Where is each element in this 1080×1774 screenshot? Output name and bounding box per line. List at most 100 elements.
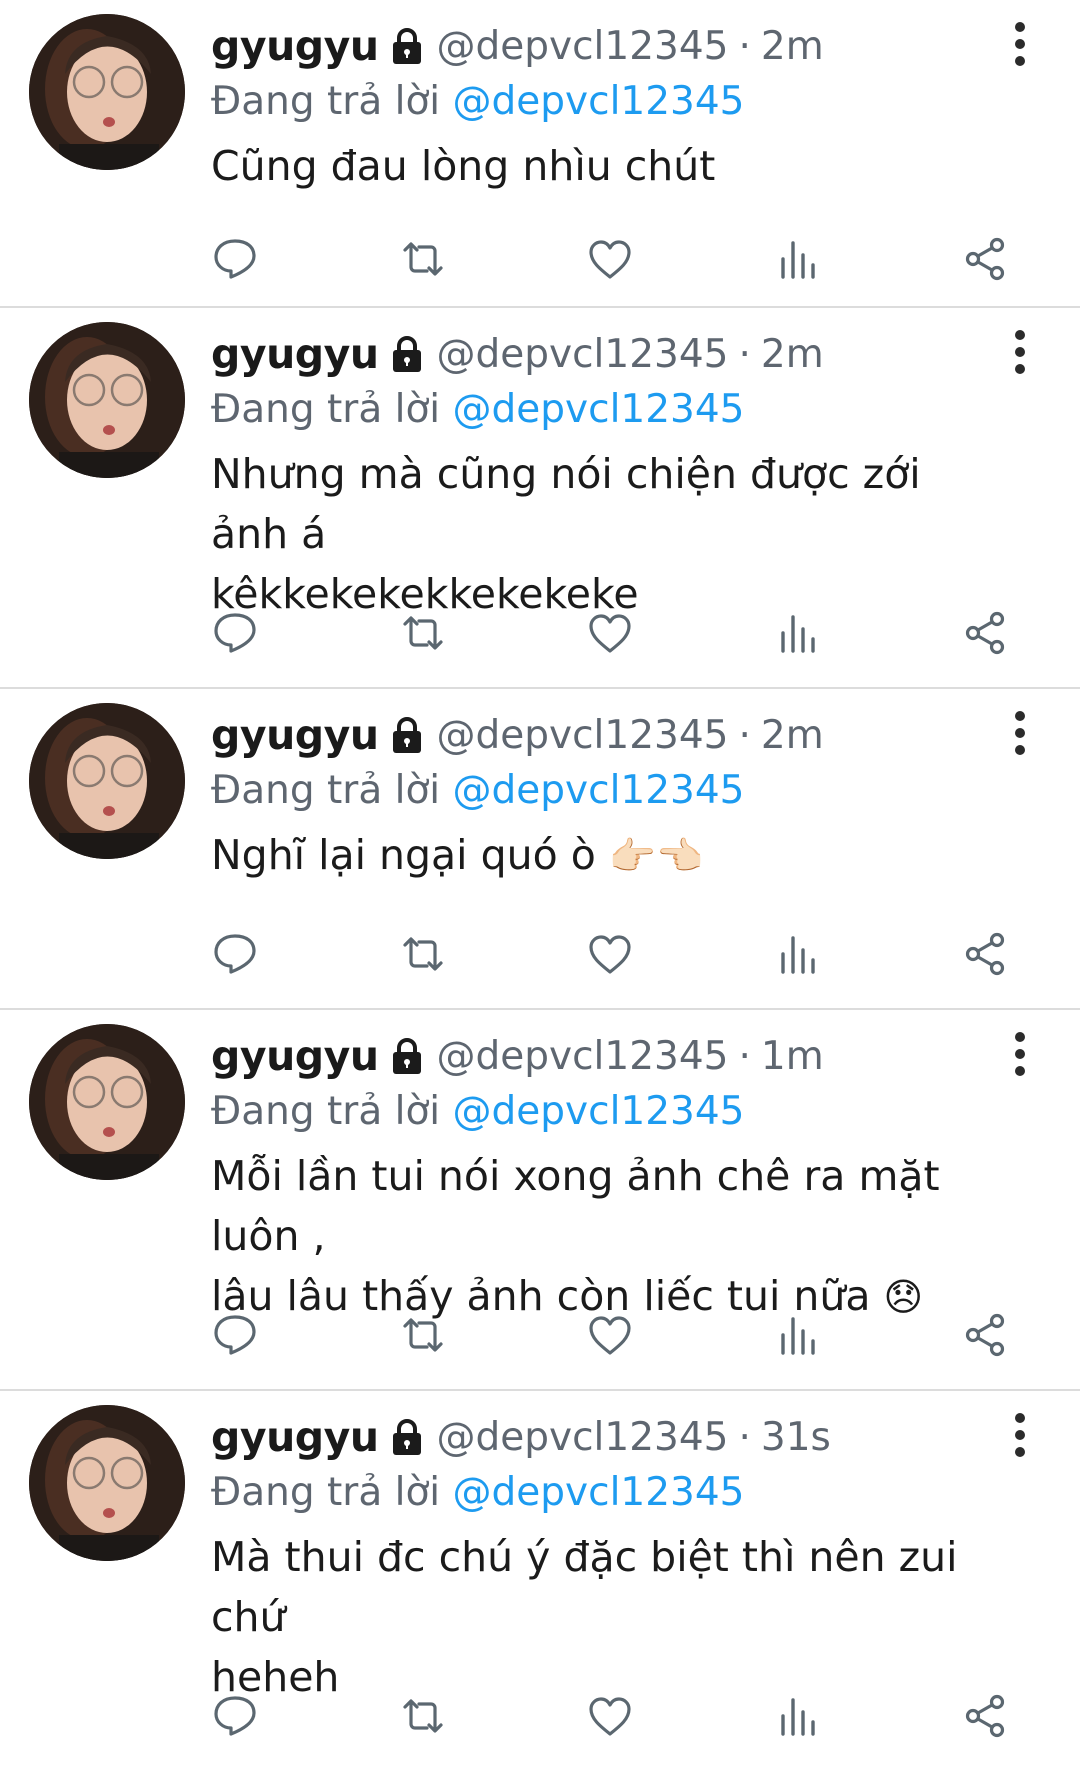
mention-link[interactable]: @depvcl12345: [453, 1089, 745, 1134]
tweet-content: gyugyu @depvcl12345 · 31s Đang trả lời @…: [211, 1405, 1010, 1707]
retweet-icon[interactable]: [393, 924, 453, 984]
avatar-image: [29, 1024, 185, 1180]
tweet-actions: [205, 1305, 1015, 1365]
timestamp[interactable]: 2m: [761, 332, 824, 377]
replying-to-label: Đang trả lời: [211, 387, 453, 432]
tweet-content: gyugyu @depvcl12345 · 1m Đang trả lời @d…: [211, 1024, 1010, 1327]
tweet-text-line: Nghĩ lại ngại quó ò 👉🏻👈🏻: [211, 825, 1010, 886]
like-icon[interactable]: [580, 924, 640, 984]
avatar-image: [29, 1405, 185, 1561]
more-vertical-icon[interactable]: [1008, 1032, 1032, 1076]
timestamp[interactable]: 2m: [761, 24, 824, 69]
share-icon[interactable]: [955, 924, 1015, 984]
share-icon[interactable]: [955, 603, 1015, 663]
reply-icon[interactable]: [205, 1686, 265, 1746]
tweet-text-line: Mỗi lần tui nói xong ảnh chê ra mặt luôn…: [211, 1152, 940, 1260]
tweet[interactable]: gyugyu @depvcl12345 · 31s Đang trả lời @…: [0, 1391, 1080, 1774]
tweet-text-line: Nhưng mà cũng nói chiện được zới ảnh á: [211, 450, 921, 558]
views-icon[interactable]: [768, 924, 828, 984]
mention-link[interactable]: @depvcl12345: [453, 1470, 745, 1515]
handle[interactable]: @depvcl12345: [437, 1415, 729, 1460]
separator: ·: [738, 712, 751, 758]
lock-icon: [392, 28, 421, 64]
retweet-icon[interactable]: [393, 1305, 453, 1365]
avatar-image: [29, 703, 185, 859]
more-vertical-icon[interactable]: [1008, 711, 1032, 755]
tweet-header: gyugyu @depvcl12345 · 1m: [211, 1024, 1010, 1088]
views-icon[interactable]: [768, 603, 828, 663]
like-icon[interactable]: [580, 1686, 640, 1746]
reply-icon[interactable]: [205, 603, 265, 663]
reply-icon[interactable]: [205, 229, 265, 289]
avatar[interactable]: [29, 1405, 185, 1561]
tweet-actions: [205, 1686, 1015, 1746]
handle[interactable]: @depvcl12345: [437, 24, 729, 69]
timestamp[interactable]: 31s: [761, 1415, 831, 1460]
tweet[interactable]: gyugyu @depvcl12345 · 2m Đang trả lời @d…: [0, 308, 1080, 689]
mention-link[interactable]: @depvcl12345: [453, 79, 745, 124]
tweet-actions: [205, 924, 1015, 984]
avatar-image: [29, 14, 185, 170]
handle[interactable]: @depvcl12345: [437, 713, 729, 758]
tweet-header: gyugyu @depvcl12345 · 2m: [211, 14, 1010, 78]
replying-to: Đang trả lời @depvcl12345: [211, 767, 1010, 815]
avatar[interactable]: [29, 703, 185, 859]
avatar[interactable]: [29, 1024, 185, 1180]
share-icon[interactable]: [955, 1686, 1015, 1746]
tweet-text-line: Mà thui đc chú ý đặc biệt thì nên zui ch…: [211, 1533, 958, 1641]
display-name[interactable]: gyugyu: [211, 22, 379, 70]
lock-icon: [392, 717, 421, 753]
mention-link[interactable]: @depvcl12345: [453, 387, 745, 432]
reply-icon[interactable]: [205, 924, 265, 984]
replying-to: Đang trả lời @depvcl12345: [211, 386, 1010, 434]
more-vertical-icon[interactable]: [1008, 1413, 1032, 1457]
tweet-content: gyugyu @depvcl12345 · 2m Đang trả lời @d…: [211, 322, 1010, 624]
tweet-text: Nghĩ lại ngại quó ò 👉🏻👈🏻: [211, 825, 1010, 886]
tweet[interactable]: gyugyu @depvcl12345 · 1m Đang trả lời @d…: [0, 1010, 1080, 1391]
replying-to-label: Đang trả lời: [211, 1470, 453, 1515]
handle[interactable]: @depvcl12345: [437, 332, 729, 377]
tweet-text-content: Nghĩ lại ngại quó ò: [211, 831, 609, 879]
display-name[interactable]: gyugyu: [211, 711, 379, 759]
handle[interactable]: @depvcl12345: [437, 1034, 729, 1079]
lock-icon: [392, 336, 421, 372]
like-icon[interactable]: [580, 603, 640, 663]
replying-to-label: Đang trả lời: [211, 1089, 453, 1134]
avatar-image: [29, 322, 185, 478]
mention-link[interactable]: @depvcl12345: [453, 768, 745, 813]
timestamp[interactable]: 2m: [761, 713, 824, 758]
tweet-text: Mỗi lần tui nói xong ảnh chê ra mặt luôn…: [211, 1146, 1010, 1327]
tweet-text: Cũng đau lòng nhìu chút: [211, 136, 1010, 196]
more-vertical-icon[interactable]: [1008, 330, 1032, 374]
tweet-content: gyugyu @depvcl12345 · 2m Đang trả lời @d…: [211, 14, 1010, 196]
share-icon[interactable]: [955, 1305, 1015, 1365]
retweet-icon[interactable]: [393, 603, 453, 663]
tweet-header: gyugyu @depvcl12345 · 2m: [211, 322, 1010, 386]
separator: ·: [738, 23, 751, 69]
tweet-text: Nhưng mà cũng nói chiện được zới ảnh á k…: [211, 444, 1010, 624]
avatar[interactable]: [29, 14, 185, 170]
retweet-icon[interactable]: [393, 1686, 453, 1746]
views-icon[interactable]: [768, 1305, 828, 1365]
share-icon[interactable]: [955, 229, 1015, 289]
retweet-icon[interactable]: [393, 229, 453, 289]
tweet-actions: [205, 603, 1015, 663]
like-icon[interactable]: [580, 229, 640, 289]
views-icon[interactable]: [768, 229, 828, 289]
tweet[interactable]: gyugyu @depvcl12345 · 2m Đang trả lời @d…: [0, 0, 1080, 308]
timestamp[interactable]: 1m: [761, 1034, 824, 1079]
replying-to-label: Đang trả lời: [211, 768, 453, 813]
avatar[interactable]: [29, 322, 185, 478]
views-icon[interactable]: [768, 1686, 828, 1746]
display-name[interactable]: gyugyu: [211, 330, 379, 378]
display-name[interactable]: gyugyu: [211, 1032, 379, 1080]
display-name[interactable]: gyugyu: [211, 1413, 379, 1461]
pointing-fingers-emoji: 👉🏻👈🏻: [608, 834, 704, 878]
more-vertical-icon[interactable]: [1008, 22, 1032, 66]
reply-icon[interactable]: [205, 1305, 265, 1365]
tweet-header: gyugyu @depvcl12345 · 31s: [211, 1405, 1010, 1469]
like-icon[interactable]: [580, 1305, 640, 1365]
tweet-content: gyugyu @depvcl12345 · 2m Đang trả lời @d…: [211, 703, 1010, 886]
tweet-text: Mà thui đc chú ý đặc biệt thì nên zui ch…: [211, 1527, 1010, 1707]
tweet[interactable]: gyugyu @depvcl12345 · 2m Đang trả lời @d…: [0, 689, 1080, 1010]
